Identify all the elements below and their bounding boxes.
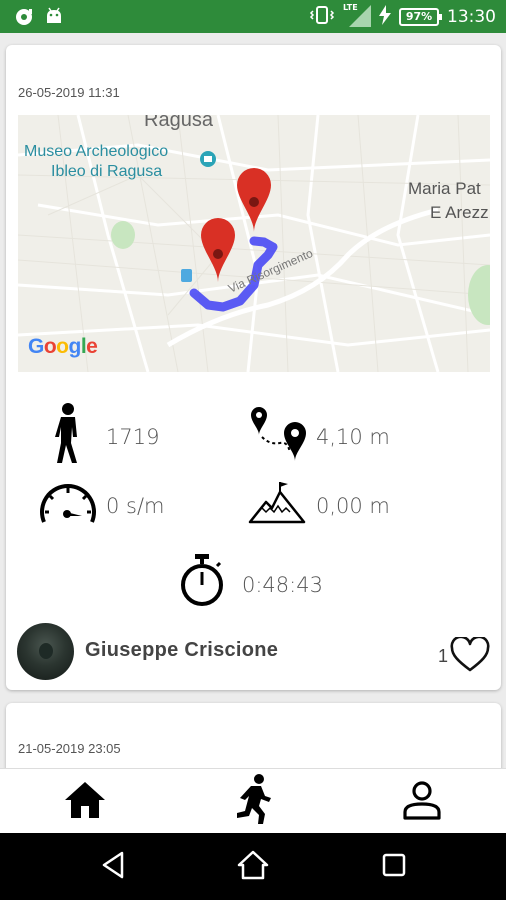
end-marker-icon — [237, 168, 271, 232]
pace-value: 0 s/m — [106, 494, 165, 518]
home-button[interactable] — [213, 833, 293, 900]
running-icon — [233, 773, 273, 830]
walking-icon — [51, 403, 85, 469]
home-icon — [63, 780, 107, 824]
speedometer-icon — [38, 480, 98, 530]
start-marker-icon — [201, 218, 235, 282]
route-map[interactable]: Ragusa Museo Archeologico Ibleo di Ragus… — [18, 115, 490, 372]
bottom-navigation — [0, 768, 506, 833]
vibrate-icon — [309, 5, 335, 29]
system-navigation — [0, 833, 506, 900]
nav-activity[interactable] — [203, 769, 303, 834]
signal-icon: LTE — [343, 3, 371, 31]
distance-value: 4,10 m — [316, 425, 390, 449]
system-status: LTE 97% 13:30 — [309, 0, 496, 33]
home-outline-icon — [237, 850, 269, 884]
map-label-museum: Museo Archeologico — [24, 143, 169, 160]
android-icon — [44, 7, 64, 31]
clock: 13:30 — [447, 6, 496, 27]
stopwatch-icon — [179, 553, 225, 611]
duration-value: 0:48:43 — [242, 573, 323, 597]
activity-card[interactable]: 26-05-2019 11:31 Ragusa Museo Archeologi… — [6, 45, 501, 690]
map-label-city: Ragusa — [144, 115, 213, 131]
notification-icons — [14, 7, 64, 31]
recents-icon — [382, 853, 406, 881]
charging-icon — [379, 4, 391, 29]
elevation-value: 0,00 m — [316, 494, 390, 518]
mountain-icon — [248, 482, 306, 528]
nav-home[interactable] — [35, 769, 135, 834]
nav-profile[interactable] — [372, 769, 472, 834]
google-logo: Google — [28, 335, 98, 358]
battery-indicator: 97% — [399, 7, 442, 26]
route-distance-icon — [248, 403, 308, 469]
activity-date: 21-05-2019 23:05 — [18, 741, 121, 756]
user-name[interactable]: Giuseppe Criscione — [85, 639, 278, 662]
back-button[interactable] — [73, 833, 153, 900]
map-label-museum-2: Ibleo di Ragusa — [51, 163, 163, 180]
activity-date: 26-05-2019 11:31 — [18, 85, 120, 100]
avatar[interactable] — [17, 623, 74, 680]
steps-value: 1719 — [106, 425, 160, 449]
like-count: 1 — [438, 646, 449, 666]
network-type: LTE — [343, 2, 358, 12]
battery-level: 97% — [405, 10, 433, 23]
heart-icon[interactable] — [450, 635, 490, 677]
map-label-place-2: E Arezz — [430, 203, 489, 222]
notification-icon — [14, 7, 34, 31]
back-icon — [100, 851, 126, 883]
profile-icon — [402, 780, 442, 824]
map-label-place: Maria Pat — [408, 179, 481, 198]
recents-button[interactable] — [354, 833, 434, 900]
status-bar: LTE 97% 13:30 — [0, 0, 506, 33]
